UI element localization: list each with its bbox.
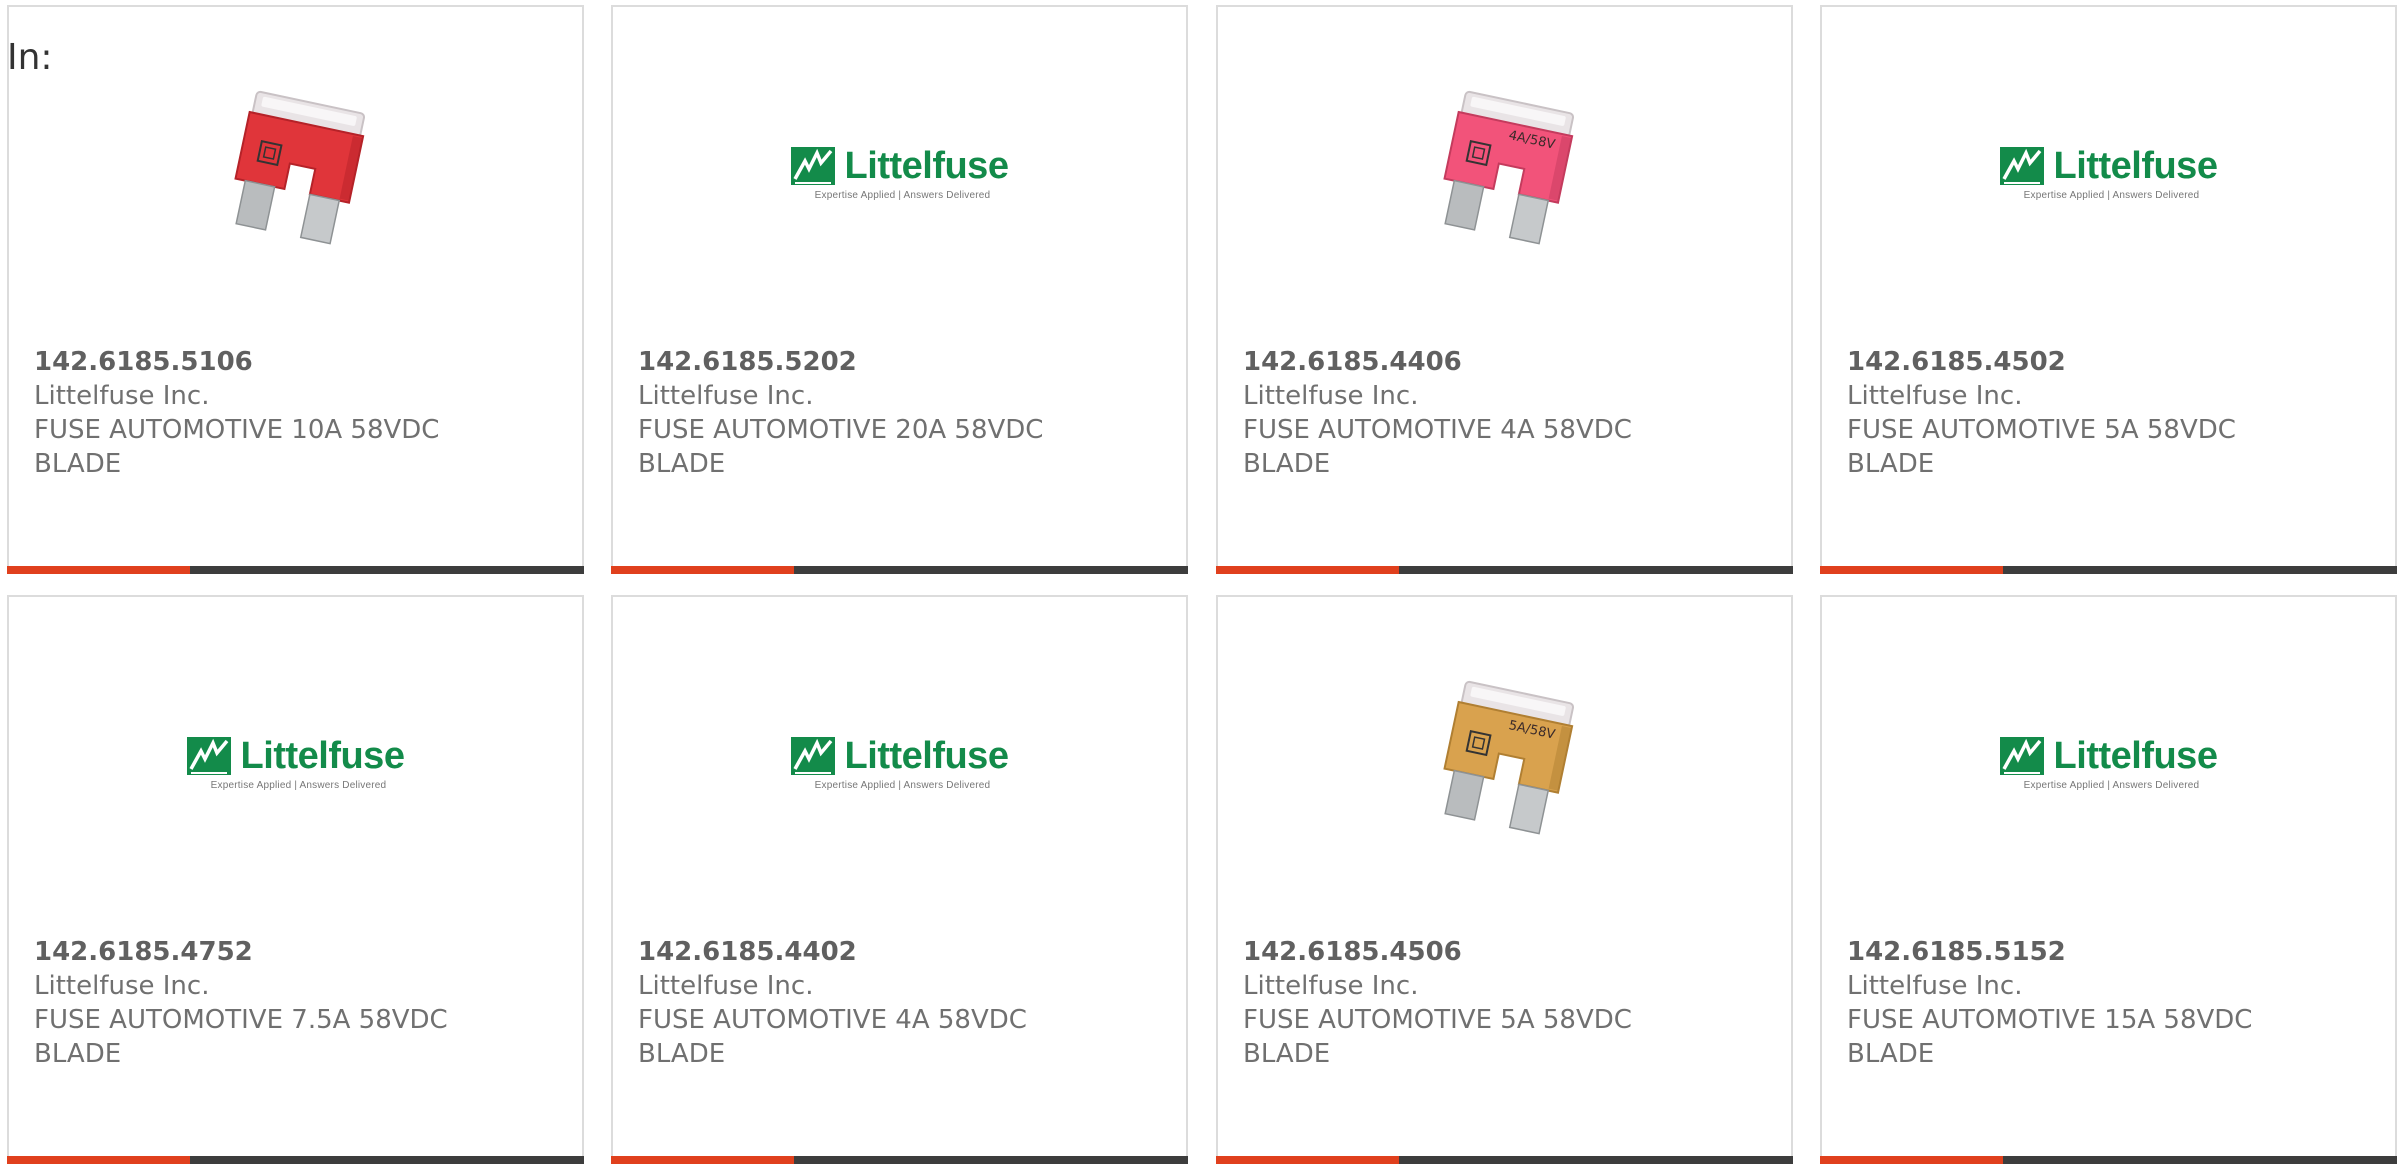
littelfuse-wordmark: Littelfuse — [2053, 734, 2218, 777]
littelfuse-tagline: Expertise Applied | Answers Delivered — [814, 779, 991, 791]
product-info: 142.6185.4502 Littelfuse Inc. FUSE AUTOMOT… — [1847, 345, 2375, 481]
product-info: 142.6185.5202 Littelfuse Inc. FUSE AUTOMOT… — [638, 345, 1166, 481]
product-card[interactable]: Littelfuse Expertise Applied | Answers D… — [1820, 595, 2397, 1164]
littelfuse-tagline: Expertise Applied | Answers Delivered — [2023, 189, 2200, 201]
product-image[interactable]: Littelfuse Expertise Applied | Answers D… — [9, 659, 582, 867]
card-accent-bar — [1820, 566, 2003, 574]
product-info: 142.6185.4752 Littelfuse Inc. FUSE AUTOMOT… — [34, 935, 562, 1071]
in-label: In: — [7, 37, 53, 78]
card-footer-bar — [611, 566, 1188, 574]
product-description: FUSE AUTOMOTIVE 10A 58VDC BLADE — [34, 415, 440, 479]
product-image[interactable]: Littelfuse Expertise Applied | Answers D… — [1822, 659, 2395, 867]
littelfuse-mark-icon — [790, 146, 835, 185]
product-info: 142.6185.5152 Littelfuse Inc. FUSE AUTOMOT… — [1847, 935, 2375, 1071]
part-number[interactable]: 142.6185.4752 — [34, 935, 562, 969]
product-info: 142.6185.4506 Littelfuse Inc. FUSE AUTOMOT… — [1243, 935, 1771, 1071]
littelfuse-wordmark: Littelfuse — [240, 734, 405, 777]
part-number[interactable]: 142.6185.4502 — [1847, 345, 2375, 379]
product-info: 142.6185.4402 Littelfuse Inc. FUSE AUTOMOT… — [638, 935, 1166, 1071]
product-description: FUSE AUTOMOTIVE 5A 58VDC BLADE — [1243, 1005, 1632, 1069]
manufacturer: Littelfuse Inc. — [34, 971, 210, 1001]
product-description: FUSE AUTOMOTIVE 4A 58VDC BLADE — [1243, 415, 1632, 479]
product-image[interactable]: 5A/58V — [1218, 659, 1791, 867]
product-card[interactable]: 5A/58V 142.6185.4506 Littelfuse Inc. FUSE … — [1216, 595, 1793, 1164]
card-accent-bar — [7, 566, 190, 574]
card-accent-bar — [611, 566, 794, 574]
product-description: FUSE AUTOMOTIVE 4A 58VDC BLADE — [638, 1005, 1027, 1069]
littelfuse-wordmark: Littelfuse — [844, 144, 1009, 187]
product-card[interactable]: Littelfuse Expertise Applied | Answers D… — [7, 595, 584, 1164]
product-description: FUSE AUTOMOTIVE 15A 58VDC BLADE — [1847, 1005, 2253, 1069]
manufacturer: Littelfuse Inc. — [34, 381, 210, 411]
card-footer-bar — [1216, 566, 1793, 574]
manufacturer: Littelfuse Inc. — [1847, 971, 2023, 1001]
littelfuse-tagline: Expertise Applied | Answers Delivered — [814, 189, 991, 201]
littelfuse-logo: Littelfuse Expertise Applied | Answers D… — [1999, 734, 2218, 791]
manufacturer: Littelfuse Inc. — [638, 381, 814, 411]
fuse-photo: 4A/58V — [1405, 73, 1605, 273]
product-image[interactable]: Littelfuse Expertise Applied | Answers D… — [613, 69, 1186, 277]
part-number[interactable]: 142.6185.5152 — [1847, 935, 2375, 969]
littelfuse-logo: Littelfuse Expertise Applied | Answers D… — [1999, 144, 2218, 201]
product-image[interactable] — [9, 69, 582, 277]
product-info: 142.6185.5106 Littelfuse Inc. FUSE AUTOMOT… — [34, 345, 562, 481]
manufacturer: Littelfuse Inc. — [1243, 971, 1419, 1001]
littelfuse-wordmark: Littelfuse — [844, 734, 1009, 777]
product-card[interactable]: Littelfuse Expertise Applied | Answers D… — [1820, 5, 2397, 574]
pink-blade-fuse-icon: 4A/58V — [1442, 90, 1574, 245]
product-card[interactable]: Littelfuse Expertise Applied | Answers D… — [611, 595, 1188, 1164]
product-description: FUSE AUTOMOTIVE 5A 58VDC BLADE — [1847, 415, 2236, 479]
littelfuse-mark-icon — [186, 736, 231, 775]
product-card[interactable]: Littelfuse Expertise Applied | Answers D… — [611, 5, 1188, 574]
card-accent-bar — [1216, 566, 1399, 574]
part-number[interactable]: 142.6185.4406 — [1243, 345, 1771, 379]
part-number[interactable]: 142.6185.5106 — [34, 345, 562, 379]
product-description: FUSE AUTOMOTIVE 20A 58VDC BLADE — [638, 415, 1044, 479]
manufacturer: Littelfuse Inc. — [1847, 381, 2023, 411]
manufacturer: Littelfuse Inc. — [1243, 381, 1419, 411]
product-info: 142.6185.4406 Littelfuse Inc. FUSE AUTOMOT… — [1243, 345, 1771, 481]
product-image[interactable]: 4A/58V — [1218, 69, 1791, 277]
product-card[interactable]: 4A/58V 142.6185.4406 Littelfuse Inc. FUSE … — [1216, 5, 1793, 574]
littelfuse-mark-icon — [1999, 736, 2044, 775]
fuse-photo — [196, 73, 396, 273]
product-image[interactable]: Littelfuse Expertise Applied | Answers D… — [1822, 69, 2395, 277]
product-grid: 142.6185.5106 Littelfuse Inc. FUSE AUTOMOT… — [0, 0, 2400, 1164]
card-footer-bar — [1820, 566, 2397, 574]
littelfuse-tagline: Expertise Applied | Answers Delivered — [210, 779, 387, 791]
part-number[interactable]: 142.6185.5202 — [638, 345, 1166, 379]
manufacturer: Littelfuse Inc. — [638, 971, 814, 1001]
card-footer-bar — [7, 566, 584, 574]
littelfuse-logo: Littelfuse Expertise Applied | Answers D… — [186, 734, 405, 791]
product-card[interactable]: 142.6185.5106 Littelfuse Inc. FUSE AUTOMOT… — [7, 5, 584, 574]
product-image[interactable]: Littelfuse Expertise Applied | Answers D… — [613, 659, 1186, 867]
littelfuse-mark-icon — [1999, 146, 2044, 185]
tan-blade-fuse-icon: 5A/58V — [1442, 680, 1574, 835]
part-number[interactable]: 142.6185.4506 — [1243, 935, 1771, 969]
littelfuse-wordmark: Littelfuse — [2053, 144, 2218, 187]
red-blade-fuse-icon — [233, 90, 365, 245]
fuse-photo: 5A/58V — [1405, 663, 1605, 863]
littelfuse-logo: Littelfuse Expertise Applied | Answers D… — [790, 734, 1009, 791]
littelfuse-mark-icon — [790, 736, 835, 775]
littelfuse-tagline: Expertise Applied | Answers Delivered — [2023, 779, 2200, 791]
littelfuse-logo: Littelfuse Expertise Applied | Answers D… — [790, 144, 1009, 201]
product-description: FUSE AUTOMOTIVE 7.5A 58VDC BLADE — [34, 1005, 448, 1069]
part-number[interactable]: 142.6185.4402 — [638, 935, 1166, 969]
